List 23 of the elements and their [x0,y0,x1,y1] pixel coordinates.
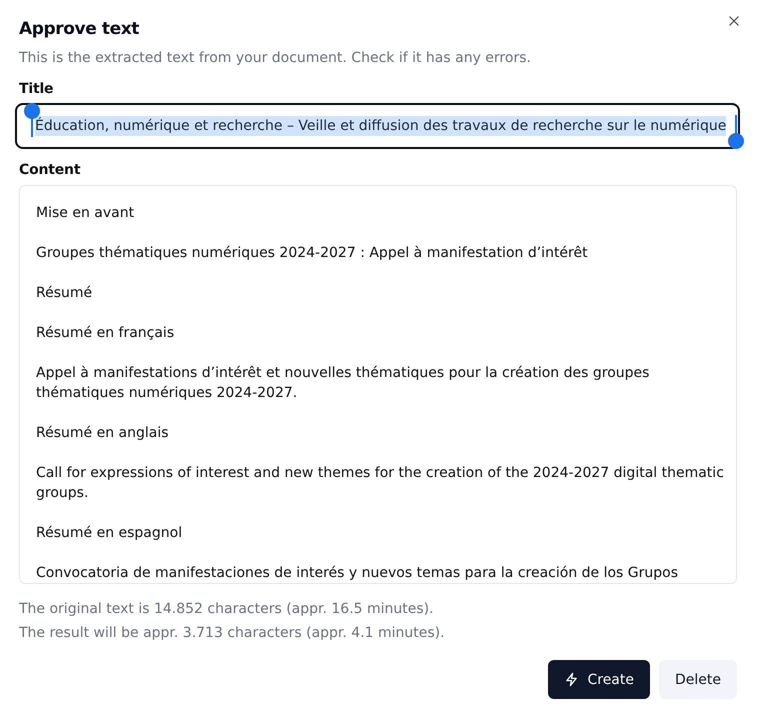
content-paragraph: Convocatoria de manifestaciones de interés y nuevos temas para la creación de los Grupos [36,564,680,583]
dialog-title: Approve text [19,18,140,41]
content-paragraph: Groupes thématiques numériques 2024-2027 : Appel à manifestation d’intérêt [36,244,589,263]
title-input-field[interactable]: Éducation, numérique et recherche – Veille et diffusion des travaux de recherche sur le numérique [15,103,740,149]
create-button[interactable]: Create [548,660,650,699]
close-icon [729,16,739,26]
field-label: Title [19,80,54,99]
dialog-description: This is the extracted text from your document. Check if it has any errors. [19,49,532,68]
content-paragraph: Résumé en français [36,324,176,343]
content-paragraph: Résumé [36,284,94,303]
content-paragraph: Mise en avant [36,204,136,223]
info-note: The original text is 14.852 characters (appr. 16.5 minutes). [19,600,435,619]
selection-handle-icon [728,115,744,149]
content-paragraph: Appel à manifestations d’intérêt et nouvelles thématiques pour la création des groupes thématiques numériques 2024-2027. [36,364,650,403]
close-button[interactable] [727,14,741,28]
lightning-icon [564,672,580,687]
field-label: Content [19,161,82,180]
content-paragraph: Call for expressions of interest and new themes for the creation of the 2024-2027 digital thematic groups. [36,464,725,503]
info-note: The result will be appr. 3.713 characters (appr. 4.1 minutes). [19,624,446,643]
content-text-area[interactable] [19,185,737,584]
content-paragraph: Résumé en espagnol [36,524,184,543]
content-paragraph: Résumé en anglais [36,424,170,443]
delete-button[interactable]: Delete [659,660,737,699]
